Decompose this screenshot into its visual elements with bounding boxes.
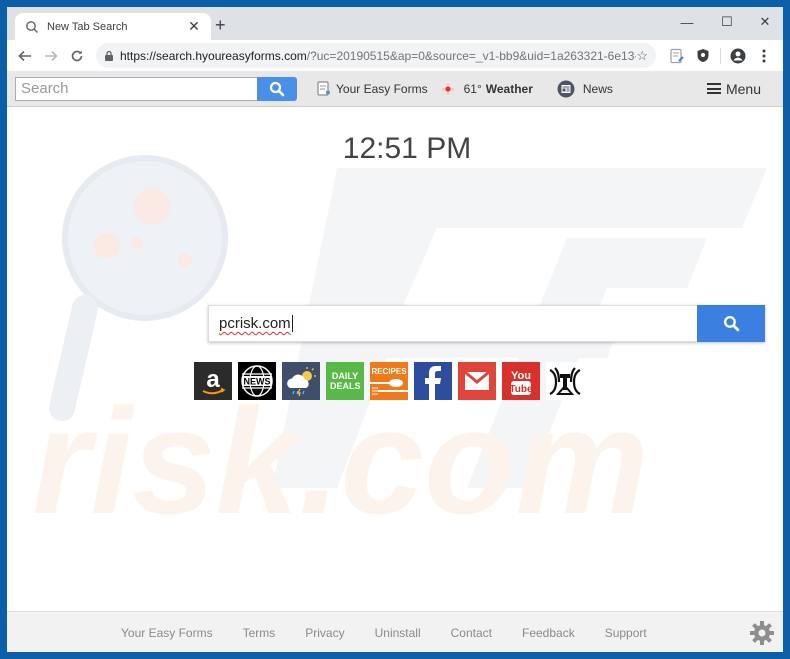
menu-label: Menu	[725, 80, 761, 97]
bookmark-star-icon[interactable]: ☆	[636, 48, 648, 64]
text-cursor	[291, 315, 293, 332]
browser-window: New Tab Search ✕ + — ☐ ✕ https://search.…	[7, 7, 783, 652]
shortcut-youtube[interactable]: You Tube	[502, 362, 540, 400]
toolbar-search-input[interactable]	[15, 76, 257, 101]
amazon-icon: a	[202, 366, 226, 395]
page-content: risk.com 12:51 PM pcrisk.com a NEWS DAIL…	[7, 108, 783, 611]
weather-label: Weather	[485, 81, 533, 96]
youtube-icon: You Tube	[509, 370, 533, 395]
footer-link-your-easy-forms[interactable]: Your Easy Forms	[121, 626, 213, 640]
shortcut-recipes[interactable]: RECIPES	[370, 362, 408, 400]
tab-strip: New Tab Search ✕ + — ☐ ✕	[7, 7, 783, 40]
footer-link-privacy[interactable]: Privacy	[305, 626, 344, 640]
close-window-button[interactable]: ✕	[745, 7, 783, 37]
page-footer: Your Easy Forms Terms Privacy Uninstall …	[7, 611, 783, 652]
settings-gear-icon[interactable]	[749, 620, 775, 646]
hamburger-icon	[706, 83, 721, 94]
clock-time: 12:51 PM	[342, 132, 472, 165]
shortcut-gmail[interactable]	[458, 362, 496, 400]
svg-text:Tube: Tube	[509, 384, 533, 395]
shortcut-news[interactable]: NEWS	[238, 362, 276, 400]
search-icon	[269, 81, 285, 96]
menu-button[interactable]: Menu	[706, 80, 761, 97]
footer-link-terms[interactable]: Terms	[243, 626, 276, 640]
account-circle-icon	[730, 48, 746, 63]
forward-button[interactable]	[38, 43, 64, 69]
spoon-fork-icon	[370, 379, 408, 395]
clock: 12:51 PM	[7, 132, 783, 166]
reload-icon	[71, 50, 83, 61]
close-tab-icon[interactable]: ✕	[187, 18, 201, 35]
shortcut-tiles: a NEWS DAILY DEALS RECIPES You Tube	[194, 362, 584, 400]
recipes-label: RECIPES	[371, 367, 407, 376]
url-path: /?uc=20190515&ap=0&source=_v1-bb9&uid=1a…	[306, 48, 637, 63]
sun-icon	[442, 83, 454, 94]
url-host: https://search.hyoureasyforms.com	[120, 48, 307, 63]
mail-envelope-icon	[464, 370, 490, 390]
extension-toolbar: Your Easy Forms 61° Weather News Menu	[7, 71, 783, 107]
address-bar[interactable]: https://search.hyoureasyforms.com/?uc=20…	[96, 43, 656, 68]
globe-news-icon: NEWS	[241, 365, 273, 397]
watermark-text: risk.com	[32, 377, 649, 545]
irs-eagle-icon	[549, 367, 581, 395]
toolbar-search	[15, 76, 297, 101]
arrow-right-icon	[45, 50, 58, 61]
news-label: News	[582, 81, 613, 96]
svg-text:You: You	[511, 370, 531, 382]
shortcut-irs[interactable]	[546, 362, 584, 400]
profile-button[interactable]	[725, 43, 751, 69]
your-easy-forms-label: Your Easy Forms	[336, 81, 428, 96]
shortcut-amazon[interactable]: a	[194, 362, 232, 400]
tab-new-tab-search[interactable]: New Tab Search ✕	[15, 13, 211, 40]
svg-text:a: a	[206, 366, 220, 393]
pcrisk-watermark: risk.com	[32, 155, 767, 545]
document-edit-icon	[670, 48, 684, 63]
more-vert-icon	[762, 49, 766, 62]
main-search-button[interactable]	[697, 305, 765, 342]
browser-menu-button[interactable]	[751, 43, 777, 69]
newspaper-icon	[557, 80, 575, 97]
reload-button[interactable]	[64, 43, 90, 69]
your-easy-forms-link[interactable]: Your Easy Forms	[317, 81, 428, 96]
shortcut-daily-deals[interactable]: DAILY DEALS	[326, 362, 364, 400]
tab-title: New Tab Search	[47, 20, 128, 33]
minimize-button[interactable]: —	[667, 7, 707, 37]
maximize-button[interactable]: ☐	[707, 7, 747, 37]
footer-link-support[interactable]: Support	[605, 626, 647, 640]
shield-extension-button[interactable]	[690, 43, 716, 69]
main-search-input[interactable]: pcrisk.com	[208, 305, 697, 342]
shield-icon	[697, 49, 709, 62]
toolbar-divider	[720, 47, 721, 64]
news-link[interactable]: News	[557, 80, 613, 98]
daily-deals-label: DAILY DEALS	[330, 371, 361, 391]
browser-toolbar: https://search.hyoureasyforms.com/?uc=20…	[7, 40, 783, 71]
footer-links: Your Easy Forms Terms Privacy Uninstall …	[7, 612, 783, 652]
facebook-icon	[425, 366, 441, 400]
svg-text:NEWS: NEWS	[244, 377, 271, 387]
main-search-value: pcrisk.com	[219, 315, 291, 332]
weather-temperature: 61°	[463, 81, 482, 96]
toolbar-search-button[interactable]	[257, 76, 297, 101]
form-extension-button[interactable]	[664, 43, 690, 69]
footer-link-contact[interactable]: Contact	[451, 626, 492, 640]
shortcut-facebook[interactable]	[414, 362, 452, 400]
weather-cloud-icon	[287, 367, 316, 397]
shortcut-weather[interactable]	[282, 362, 320, 400]
footer-link-uninstall[interactable]: Uninstall	[375, 626, 421, 640]
search-icon	[723, 315, 739, 332]
weather-link[interactable]: 61° Weather	[442, 82, 533, 96]
form-document-icon	[317, 81, 330, 96]
new-tab-button[interactable]: +	[215, 16, 226, 34]
arrow-left-icon	[18, 50, 31, 61]
lock-icon	[105, 50, 113, 61]
url-text: https://search.hyoureasyforms.com/?uc=20…	[120, 49, 636, 63]
footer-link-feedback[interactable]: Feedback	[522, 626, 575, 640]
main-search: pcrisk.com	[208, 305, 765, 342]
back-button[interactable]	[12, 43, 38, 69]
search-icon	[26, 20, 38, 33]
